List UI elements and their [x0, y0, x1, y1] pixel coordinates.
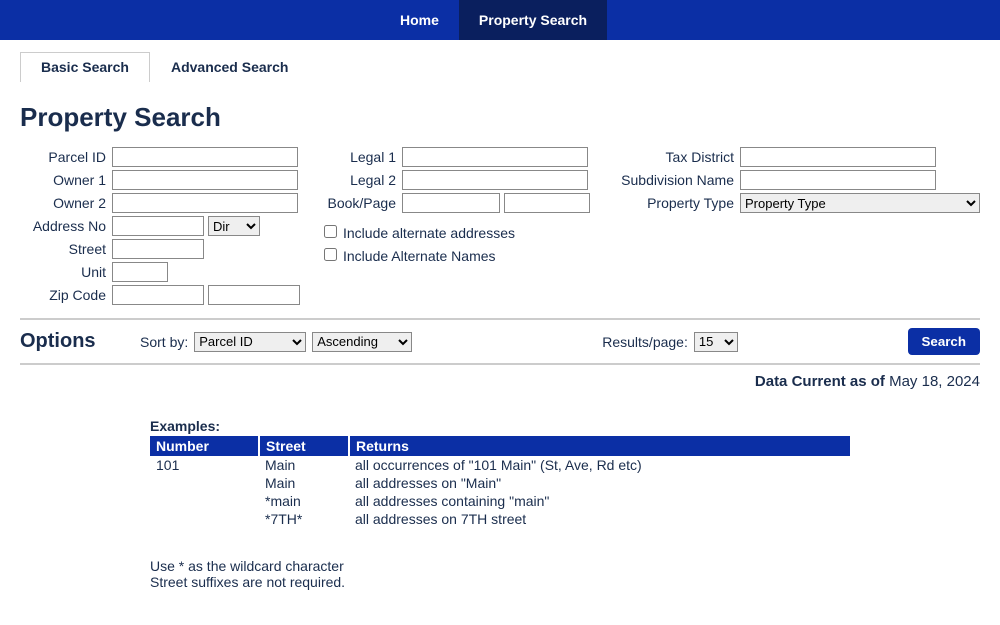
examples-title: Examples: [150, 418, 850, 434]
legal2-input[interactable] [402, 170, 588, 190]
include-alt-names-checkbox[interactable] [324, 248, 337, 261]
owner2-input[interactable] [112, 193, 298, 213]
owner1-label: Owner 1 [20, 172, 106, 188]
search-button[interactable]: Search [908, 328, 980, 355]
book-input[interactable] [402, 193, 500, 213]
examples-table: Number Street Returns 101Mainall occurre… [150, 436, 850, 528]
property-type-label: Property Type [614, 195, 734, 211]
owner2-label: Owner 2 [20, 195, 106, 211]
legal1-label: Legal 1 [320, 149, 396, 165]
table-row: *7TH*all addresses on 7TH street [150, 510, 850, 528]
examples-header-number: Number [150, 436, 259, 456]
property-type-select[interactable]: Property Type [740, 193, 980, 213]
examples-section: Examples: Number Street Returns 101Maina… [150, 418, 850, 590]
include-alt-addresses-label: Include alternate addresses [343, 225, 515, 241]
address-no-label: Address No [20, 218, 106, 234]
parcel-id-label: Parcel ID [20, 149, 106, 165]
tax-district-label: Tax District [614, 149, 734, 165]
table-row: 101Mainall occurrences of "101 Main" (St… [150, 456, 850, 474]
legal1-input[interactable] [402, 147, 588, 167]
owner1-input[interactable] [112, 170, 298, 190]
legal2-label: Legal 2 [320, 172, 396, 188]
include-alt-names-label: Include Alternate Names [343, 248, 496, 264]
examples-header-street: Street [259, 436, 349, 456]
sort-by-label: Sort by: [140, 334, 188, 350]
search-form: Parcel ID Owner 1 Owner 2 Address No Dir… [20, 147, 980, 308]
table-row: Mainall addresses on "Main" [150, 474, 850, 492]
sort-order-select[interactable]: Ascending [312, 332, 412, 352]
unit-label: Unit [20, 264, 106, 280]
nav-property-search[interactable]: Property Search [459, 0, 607, 40]
zip-code-label: Zip Code [20, 287, 106, 303]
zip-code-input[interactable] [112, 285, 204, 305]
unit-input[interactable] [112, 262, 168, 282]
page-input[interactable] [504, 193, 590, 213]
results-per-page-select[interactable]: 15 [694, 332, 738, 352]
options-bar: Options Sort by: Parcel ID Ascending Res… [20, 318, 980, 365]
page-title: Property Search [20, 102, 980, 133]
subdivision-input[interactable] [740, 170, 936, 190]
street-label: Street [20, 241, 106, 257]
tab-advanced-search[interactable]: Advanced Search [150, 52, 310, 82]
notes: Use * as the wildcard character Street s… [150, 558, 850, 590]
tax-district-input[interactable] [740, 147, 936, 167]
examples-header-returns: Returns [349, 436, 850, 456]
nav-home[interactable]: Home [380, 0, 459, 40]
options-title: Options [20, 330, 140, 353]
subdivision-label: Subdivision Name [614, 172, 734, 188]
dir-select[interactable]: Dir [208, 216, 260, 236]
zip-code-ext-input[interactable] [208, 285, 300, 305]
parcel-id-input[interactable] [112, 147, 298, 167]
street-input[interactable] [112, 239, 204, 259]
include-alt-addresses-checkbox[interactable] [324, 225, 337, 238]
top-nav: Home Property Search [0, 0, 1000, 40]
tabs: Basic Search Advanced Search [20, 52, 980, 82]
data-current-as-of: Data Current as of May 18, 2024 [20, 373, 980, 390]
table-row: *mainall addresses containing "main" [150, 492, 850, 510]
tab-basic-search[interactable]: Basic Search [20, 52, 150, 82]
results-per-page-label: Results/page: [602, 334, 688, 350]
book-page-label: Book/Page [320, 195, 396, 211]
sort-by-select[interactable]: Parcel ID [194, 332, 306, 352]
address-no-input[interactable] [112, 216, 204, 236]
